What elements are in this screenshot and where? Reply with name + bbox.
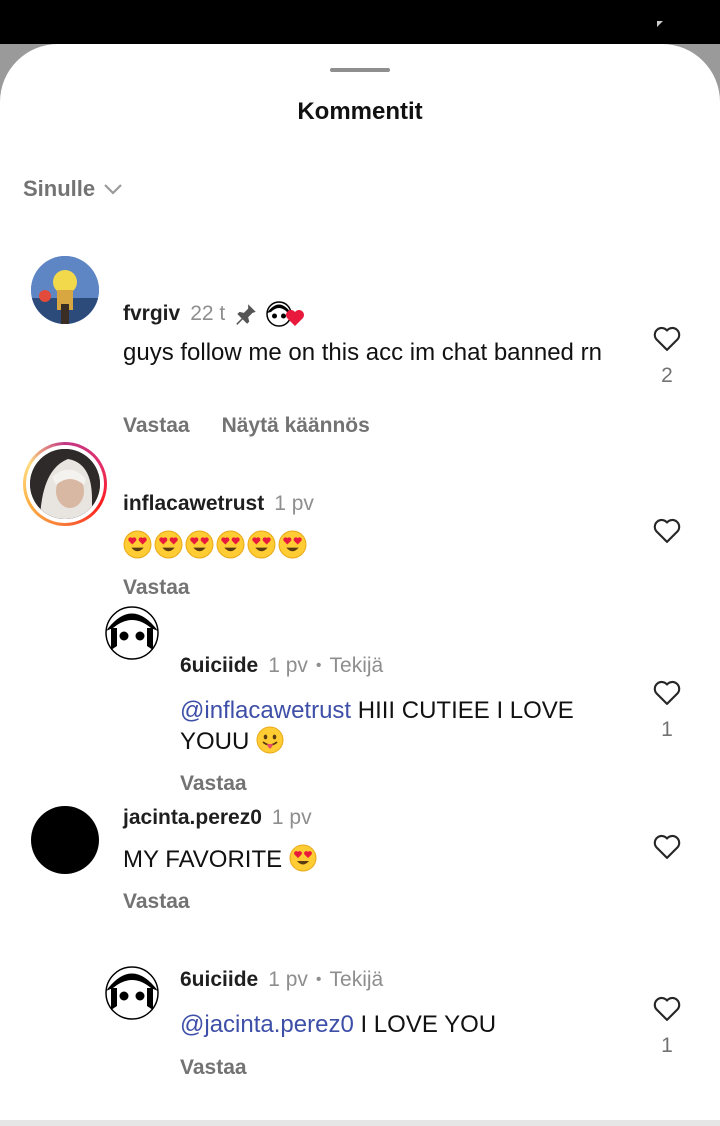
avatar-photo: [30, 449, 100, 519]
like-count: 1: [661, 1034, 673, 1057]
mention-link[interactable]: @inflacawetrust: [180, 697, 351, 724]
reply-button[interactable]: Vastaa: [123, 414, 190, 438]
username[interactable]: 6uiciide: [180, 654, 258, 678]
avatar[interactable]: [105, 606, 159, 660]
like-control: 1: [652, 678, 682, 742]
reply-text: @jacinta.perez0 I LOVE YOU: [180, 1010, 620, 1040]
comment-actions: Vastaa: [123, 576, 190, 600]
timestamp: 1 pv: [268, 968, 308, 991]
comment-header: inflacawetrust 1 pv: [123, 492, 314, 516]
username[interactable]: jacinta.perez0: [123, 806, 262, 830]
reply-header: 6uiciide 1 pv • Tekijä: [180, 654, 383, 678]
creator-liked-badge: [265, 300, 305, 328]
sort-label: Sinulle: [23, 176, 96, 201]
timestamp: 1 pv: [271, 806, 312, 829]
heart-eyes-emoji-icon: [185, 530, 214, 559]
mention-link[interactable]: @jacinta.perez0: [180, 1011, 354, 1038]
heart-eyes-emoji-icon: [278, 530, 307, 559]
username[interactable]: fvrgiv: [123, 302, 180, 326]
comments-sheet: Kommentit Sinulle fvrgiv 22 t guys follo…: [0, 44, 720, 1126]
comment-item: inflacawetrust 1 pv Vastaa: [0, 440, 720, 599]
like-control: [652, 516, 682, 544]
comment-item: jacinta.perez0 1 pv MY FAVORITE Vastaa: [0, 806, 720, 926]
heart-outline-icon[interactable]: [652, 678, 682, 706]
comment-actions: Vastaa: [123, 890, 190, 914]
comment-item: fvrgiv 22 t guys follow me on this acc i…: [0, 254, 720, 437]
reply-button[interactable]: Vastaa: [180, 1056, 247, 1080]
reply-item: 6uiciide 1 pv • Tekijä @jacinta.perez0 I…: [0, 962, 720, 1102]
avatar[interactable]: [31, 256, 99, 324]
chevron-down-icon: [104, 184, 122, 195]
author-badge: Tekijä: [329, 654, 384, 677]
comment-body: MY FAVORITE: [123, 846, 283, 873]
reply-body: I LOVE YOU: [360, 1011, 497, 1038]
emoji-row: [123, 530, 307, 567]
drag-handle[interactable]: [330, 68, 390, 72]
separator-dot: •: [315, 971, 322, 988]
avatar[interactable]: [105, 966, 159, 1020]
reply-text: @inflacawetrust HIII CUTIEE I LOVE YOUU: [180, 696, 620, 757]
username[interactable]: 6uiciide: [180, 968, 258, 992]
sort-dropdown[interactable]: Sinulle: [23, 176, 123, 202]
timestamp: 1 pv: [268, 654, 308, 677]
reply-actions: Vastaa: [180, 1056, 247, 1080]
status-bar: [0, 0, 720, 46]
timestamp: 22 t: [190, 302, 226, 325]
translate-button[interactable]: Näytä käännös: [222, 414, 370, 438]
reply-button[interactable]: Vastaa: [123, 576, 190, 600]
like-control: 1: [652, 994, 682, 1058]
comment-text: MY FAVORITE: [123, 844, 317, 875]
comment-text: guys follow me on this acc im chat banne…: [123, 339, 602, 366]
reply-actions: Vastaa: [180, 772, 247, 796]
bottom-divider: [0, 1120, 720, 1126]
like-control: 2: [652, 324, 682, 388]
sheet-title: Kommentit: [297, 98, 423, 125]
reply-item: 6uiciide 1 pv • Tekijä @inflacawetrust H…: [0, 604, 720, 795]
heart-outline-icon[interactable]: [652, 516, 682, 544]
reply-header: 6uiciide 1 pv • Tekijä: [180, 968, 383, 992]
comment-actions: Vastaa Näytä käännös: [123, 414, 370, 438]
author-badge: Tekijä: [329, 968, 384, 991]
username[interactable]: inflacawetrust: [123, 492, 264, 516]
reply-button[interactable]: Vastaa: [123, 890, 190, 914]
heart-eyes-emoji-icon: [289, 844, 317, 872]
heart-outline-icon[interactable]: [652, 324, 682, 352]
heart-eyes-emoji-icon: [247, 530, 276, 559]
avatar[interactable]: [31, 806, 99, 874]
heart-eyes-emoji-icon: [216, 530, 245, 559]
heart-eyes-emoji-icon: [154, 530, 183, 559]
heart-eyes-emoji-icon: [123, 530, 152, 559]
like-count: 1: [661, 718, 673, 741]
signal-icon: [657, 21, 663, 27]
heart-outline-icon[interactable]: [652, 994, 682, 1022]
timestamp: 1 pv: [274, 492, 314, 515]
avatar-story-ring[interactable]: [23, 442, 107, 526]
pin-icon: [236, 304, 256, 325]
tongue-emoji-icon: [256, 726, 284, 754]
like-control: [652, 832, 682, 860]
like-count: 2: [661, 364, 673, 387]
separator-dot: •: [315, 657, 322, 674]
heart-outline-icon[interactable]: [652, 832, 682, 860]
reply-button[interactable]: Vastaa: [180, 772, 247, 796]
comment-header: jacinta.perez0 1 pv: [123, 806, 312, 830]
comment-header: fvrgiv 22 t: [123, 300, 305, 328]
